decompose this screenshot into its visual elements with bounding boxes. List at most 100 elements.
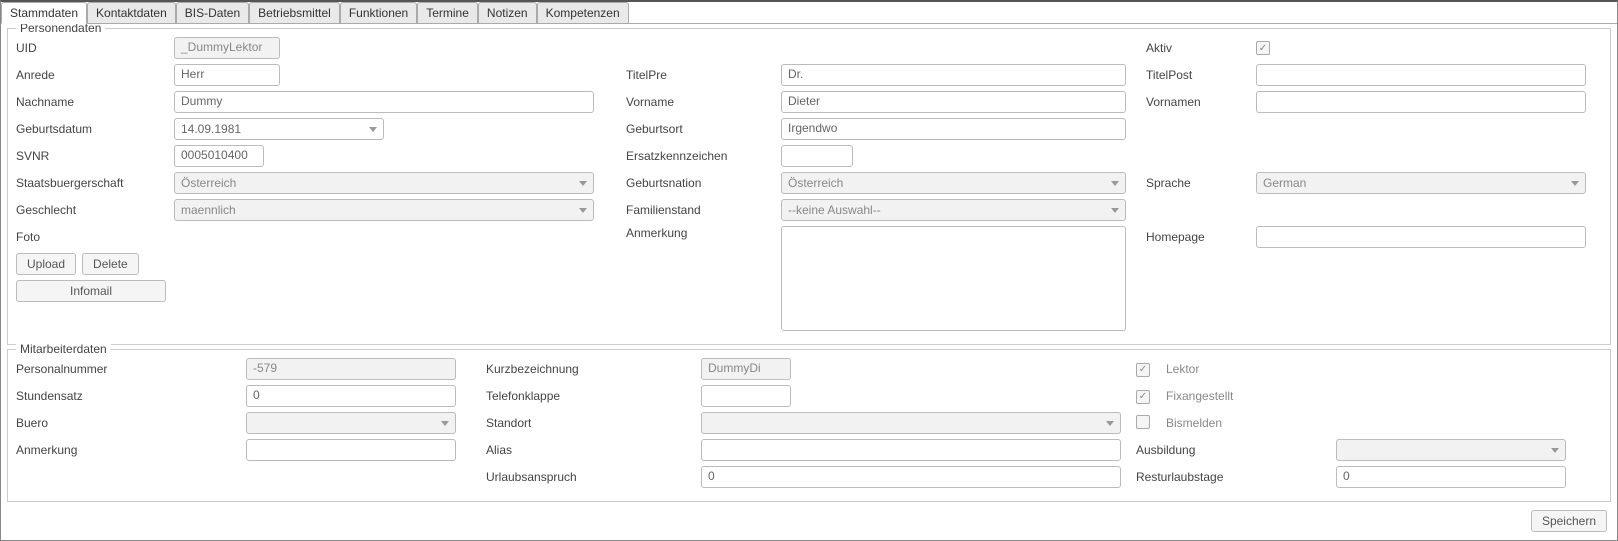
titelpre-field[interactable]: Dr. xyxy=(781,64,1126,86)
foto-label: Foto xyxy=(16,230,174,244)
geburtsnation-field[interactable]: Österreich xyxy=(781,172,1126,194)
tab-label: Stammdaten xyxy=(10,6,78,20)
save-button[interactable]: Speichern xyxy=(1531,510,1607,532)
mitarbeiterdaten-legend: Mitarbeiterdaten xyxy=(16,342,111,356)
sprache-field[interactable]: German xyxy=(1256,172,1586,194)
svnr-label: SVNR xyxy=(16,149,174,163)
aktiv-checkbox[interactable] xyxy=(1256,41,1270,55)
vornamen-label: Vornamen xyxy=(1146,95,1256,109)
vornamen-field[interactable] xyxy=(1256,91,1586,113)
uid-field: _DummyLektor xyxy=(174,37,280,59)
mitarbeiter-col3: Lektor Fixangestellt Bismelden Ausbildun… xyxy=(1136,358,1576,493)
tab-label: Funktionen xyxy=(349,6,408,20)
personalnummer-field: -579 xyxy=(246,358,456,380)
tab-label: Kompetenzen xyxy=(546,6,620,20)
sprache-label: Sprache xyxy=(1146,176,1256,190)
buero-label: Buero xyxy=(16,416,246,430)
tab-termine[interactable]: Termine xyxy=(417,2,478,23)
geschlecht-field[interactable]: maennlich xyxy=(174,199,594,221)
urlaubsanspruch-label: Urlaubsanspruch xyxy=(486,470,701,484)
personendaten-col3: Aktiv TitelPost Vornamen Sprache German xyxy=(1146,37,1596,336)
telefonklappe-field[interactable] xyxy=(701,385,791,407)
ausbildung-field[interactable] xyxy=(1336,439,1566,461)
chevron-down-icon xyxy=(1111,208,1119,213)
geburtsdatum-value: 14.09.1981 xyxy=(181,122,241,136)
chevron-down-icon xyxy=(579,208,587,213)
familienstand-label: Familienstand xyxy=(626,203,781,217)
geburtsdatum-field[interactable]: 14.09.1981 xyxy=(174,118,384,140)
page-root: Stammdaten Kontaktdaten BIS-Daten Betrie… xyxy=(0,0,1618,541)
upload-button[interactable]: Upload xyxy=(16,253,76,275)
standort-field[interactable] xyxy=(701,412,1121,434)
tab-label: Kontaktdaten xyxy=(96,6,167,20)
vorname-field[interactable]: Dieter xyxy=(781,91,1126,113)
telefonklappe-label: Telefonklappe xyxy=(486,389,701,403)
tab-label: Termine xyxy=(426,6,469,20)
tab-notizen[interactable]: Notizen xyxy=(478,2,537,23)
tab-bar: Stammdaten Kontaktdaten BIS-Daten Betrie… xyxy=(1,2,1617,24)
familienstand-field[interactable]: --keine Auswahl-- xyxy=(781,199,1126,221)
staatsbuergerschaft-field[interactable]: Österreich xyxy=(174,172,594,194)
bismelden-label: Bismelden xyxy=(1166,416,1222,430)
mitarbeiter-col2: Kurzbezeichnung DummyDi Telefonklappe St… xyxy=(486,358,1126,493)
svnr-field[interactable]: 0005010400 xyxy=(174,145,264,167)
kurzbezeichnung-field: DummyDi xyxy=(701,358,791,380)
geburtsort-field[interactable]: Irgendwo xyxy=(781,118,1126,140)
ersatzkennzeichen-label: Ersatzkennzeichen xyxy=(626,149,781,163)
chevron-down-icon xyxy=(1571,181,1579,186)
tab-kompetenzen[interactable]: Kompetenzen xyxy=(537,2,629,23)
personendaten-fieldset: Personendaten UID _DummyLektor Anrede He… xyxy=(7,28,1611,345)
bismelden-checkbox[interactable] xyxy=(1136,415,1150,429)
titelpost-field[interactable] xyxy=(1256,64,1586,86)
aktiv-label: Aktiv xyxy=(1146,41,1256,55)
anmerkung-m-field[interactable] xyxy=(246,439,456,461)
kurzbezeichnung-label: Kurzbezeichnung xyxy=(486,362,701,376)
nachname-field[interactable]: Dummy xyxy=(174,91,594,113)
tab-kontaktdaten[interactable]: Kontaktdaten xyxy=(87,2,176,23)
anrede-label: Anrede xyxy=(16,68,174,82)
resturlaubstage-label: Resturlaubstage xyxy=(1136,470,1336,484)
resturlaubstage-field[interactable]: 0 xyxy=(1336,466,1566,488)
titelpre-label: TitelPre xyxy=(626,68,781,82)
mitarbeiter-col1: Personalnummer -579 Stundensatz 0 Buero … xyxy=(16,358,476,493)
geburtsnation-label: Geburtsnation xyxy=(626,176,781,190)
tab-betriebsmittel[interactable]: Betriebsmittel xyxy=(249,2,340,23)
geburtsnation-value: Österreich xyxy=(788,176,843,190)
stundensatz-label: Stundensatz xyxy=(16,389,246,403)
lektor-label: Lektor xyxy=(1166,362,1199,376)
stundensatz-field[interactable]: 0 xyxy=(246,385,456,407)
geburtsdatum-label: Geburtsdatum xyxy=(16,122,174,136)
personendaten-col1: UID _DummyLektor Anrede Herr Nachname Du… xyxy=(16,37,596,336)
staatsbuergerschaft-label: Staatsbuergerschaft xyxy=(16,176,174,190)
homepage-field[interactable] xyxy=(1256,226,1586,248)
buero-field[interactable] xyxy=(246,412,456,434)
tab-bisdaten[interactable]: BIS-Daten xyxy=(176,2,249,23)
geburtsort-label: Geburtsort xyxy=(626,122,781,136)
save-row: Speichern xyxy=(1,506,1617,540)
sprache-value: German xyxy=(1263,176,1306,190)
infomail-button[interactable]: Infomail xyxy=(16,280,166,302)
fixangestellt-checkbox[interactable] xyxy=(1136,390,1150,404)
standort-label: Standort xyxy=(486,416,701,430)
anmerkung-label: Anmerkung xyxy=(626,226,781,240)
vorname-label: Vorname xyxy=(626,95,781,109)
anmerkung-field[interactable] xyxy=(781,226,1126,331)
geschlecht-value: maennlich xyxy=(181,203,236,217)
alias-field[interactable] xyxy=(701,439,1121,461)
anrede-field[interactable]: Herr xyxy=(174,64,280,86)
personalnummer-label: Personalnummer xyxy=(16,362,246,376)
familienstand-value: --keine Auswahl-- xyxy=(788,203,881,217)
nachname-label: Nachname xyxy=(16,95,174,109)
tab-stammdaten[interactable]: Stammdaten xyxy=(1,2,87,24)
delete-button[interactable]: Delete xyxy=(82,253,139,275)
chevron-down-icon xyxy=(1111,181,1119,186)
fixangestellt-label: Fixangestellt xyxy=(1166,389,1233,403)
ersatzkennzeichen-field[interactable] xyxy=(781,145,853,167)
anmerkung-m-label: Anmerkung xyxy=(16,443,246,457)
tab-funktionen[interactable]: Funktionen xyxy=(340,2,417,23)
homepage-label: Homepage xyxy=(1146,230,1256,244)
lektor-checkbox[interactable] xyxy=(1136,363,1150,377)
personendaten-col2: TitelPre Dr. Vorname Dieter Geburtsort I… xyxy=(626,37,1126,336)
chevron-down-icon xyxy=(369,127,377,132)
urlaubsanspruch-field[interactable]: 0 xyxy=(701,466,1121,488)
